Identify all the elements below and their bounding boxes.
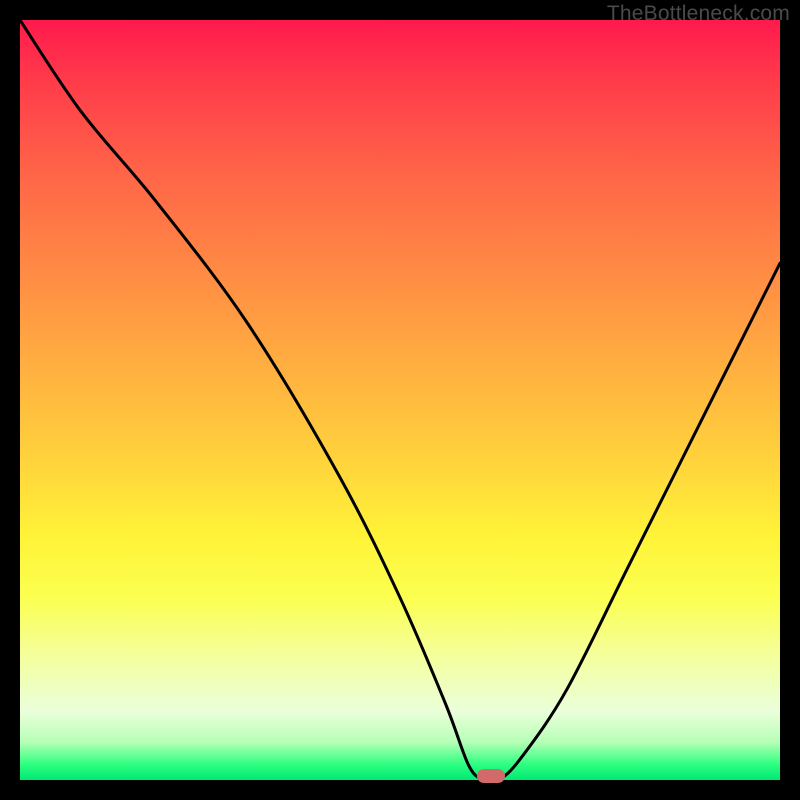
watermark-text: TheBottleneck.com (607, 2, 790, 26)
chart-frame: TheBottleneck.com (0, 0, 800, 800)
bottleneck-curve (20, 20, 780, 780)
plot-area (20, 20, 780, 780)
optimal-marker (477, 769, 505, 783)
